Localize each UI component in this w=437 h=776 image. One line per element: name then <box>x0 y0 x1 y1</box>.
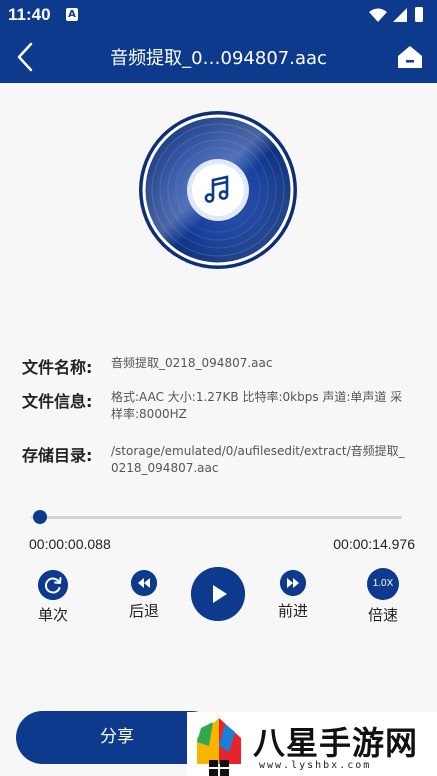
forward-button[interactable]: 前进 <box>262 570 324 621</box>
file-name-label: 文件名称: <box>22 358 93 377</box>
current-time: 00:00:00.088 <box>29 536 111 552</box>
total-time: 00:00:14.976 <box>333 536 415 552</box>
watermark-text: 八星手游网 <box>253 724 419 762</box>
speed-value: 1.0X <box>367 568 399 600</box>
loop-button[interactable]: 单次 <box>22 570 84 625</box>
file-info-value: 格式:AAC 大小:1.27KB 比特率:0kbps 声道:单声道 采样率:80… <box>111 390 403 421</box>
loop-label: 单次 <box>37 606 68 624</box>
chevron-left-icon[interactable] <box>10 40 44 74</box>
watermark: 八星手游网 www.lyshbx.com <box>187 712 437 776</box>
play-button[interactable] <box>190 567 246 621</box>
watermark-url: www.lyshbx.com <box>259 760 372 771</box>
rewind-button[interactable]: 后退 <box>113 570 175 621</box>
slider-track <box>31 516 402 519</box>
rewind-icon <box>131 570 157 596</box>
loop-icon <box>38 570 68 600</box>
disc-artwork <box>139 111 297 269</box>
watermark-logo <box>197 718 241 776</box>
page-title: 音频提取_0…094807.aac <box>110 48 327 69</box>
notification-icon: A <box>66 8 78 21</box>
play-icon <box>191 567 245 621</box>
speed-button[interactable]: 1.0X 倍速 <box>352 568 414 625</box>
signal-icon <box>393 8 407 22</box>
app-bar: 音频提取_0…094807.aac <box>0 30 437 83</box>
status-icons <box>369 7 423 22</box>
progress-slider[interactable] <box>31 510 402 524</box>
battery-icon <box>415 7 423 22</box>
slider-thumb[interactable] <box>33 510 48 524</box>
status-time: 11:40 <box>8 5 51 24</box>
wifi-icon <box>369 8 387 22</box>
rewind-label: 后退 <box>128 602 159 620</box>
home-icon[interactable] <box>395 42 425 72</box>
status-bar: 11:40 A <box>0 0 437 30</box>
file-info-label: 文件信息: <box>22 392 93 411</box>
file-name-value: 音频提取_0218_094807.aac <box>111 356 273 370</box>
forward-label: 前进 <box>277 602 308 620</box>
fast-forward-icon <box>280 570 306 596</box>
storage-dir-value: /storage/emulated/0/aufilesedit/extract/… <box>111 444 405 475</box>
storage-dir-label: 存储目录: <box>22 446 93 465</box>
speed-label: 倍速 <box>367 606 398 624</box>
